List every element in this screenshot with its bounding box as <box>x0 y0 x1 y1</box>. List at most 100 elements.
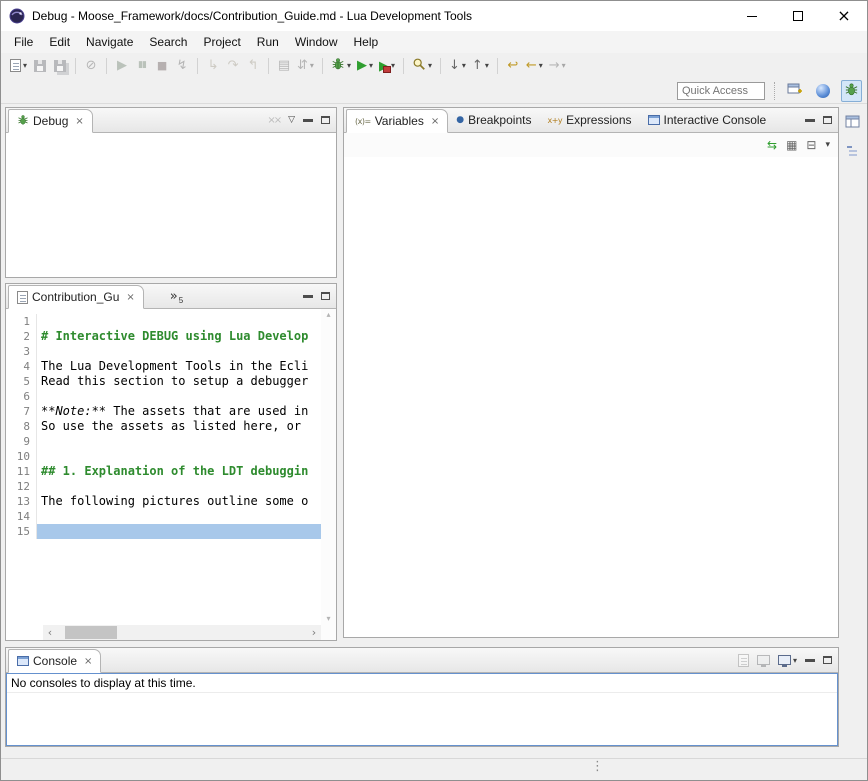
code-line[interactable]: 11## 1. Explanation of the LDT debuggin <box>6 464 321 479</box>
tab-variables[interactable]: (x)= Variables × <box>346 109 448 133</box>
scrollbar-thumb[interactable] <box>65 626 117 639</box>
line-number[interactable]: 1 <box>6 314 37 329</box>
tab-debug[interactable]: Debug × <box>8 109 93 133</box>
terminate-button[interactable]: ■ <box>153 55 171 77</box>
code-text[interactable]: So use the assets as listed here, or <box>37 419 321 434</box>
skip-breakpoints-button[interactable]: ⊘ <box>82 55 100 77</box>
perspective-debug-button[interactable] <box>841 80 862 102</box>
code-area[interactable]: 1 2# Interactive DEBUG using Lua Develop… <box>6 309 321 625</box>
menu-navigate[interactable]: Navigate <box>78 33 141 51</box>
restore-views-button[interactable] <box>843 112 863 132</box>
resume-button[interactable]: ▶ <box>113 55 131 77</box>
forward-button[interactable]: →▾ <box>547 55 568 77</box>
line-number[interactable]: 13 <box>6 494 37 509</box>
minimize-view-button[interactable] <box>303 295 313 298</box>
minimize-view-button[interactable] <box>303 119 313 122</box>
menu-edit[interactable]: Edit <box>41 33 78 51</box>
maximize-view-button[interactable] <box>321 292 330 300</box>
code-line[interactable]: 13The following pictures outline some o <box>6 494 321 509</box>
clear-console-button[interactable] <box>738 654 749 667</box>
code-line[interactable]: 14 <box>6 509 321 524</box>
resize-grip[interactable]: ⋮ <box>591 760 604 773</box>
line-number[interactable]: 3 <box>6 344 37 359</box>
code-line[interactable]: 7**Note:** The assets that are used in <box>6 404 321 419</box>
code-text[interactable] <box>37 314 321 329</box>
step-filters-button[interactable]: ⇵▾ <box>295 55 316 77</box>
code-line[interactable]: 4The Lua Development Tools in the Ecli <box>6 359 321 374</box>
line-number[interactable]: 8 <box>6 419 37 434</box>
code-text[interactable] <box>37 509 321 524</box>
scroll-up-arrow[interactable]: ▴ <box>326 311 330 319</box>
remove-terminated-button[interactable]: ×× <box>267 115 280 126</box>
maximize-view-button[interactable] <box>823 116 832 124</box>
scrollbar-track[interactable] <box>57 625 307 640</box>
code-line[interactable]: 6 <box>6 389 321 404</box>
show-logical-structure-button[interactable]: ⇆ <box>767 138 777 152</box>
scroll-left-arrow[interactable]: ‹ <box>43 627 57 638</box>
line-number[interactable]: 11 <box>6 464 37 479</box>
open-console-button[interactable]: ▾ <box>778 655 797 665</box>
code-line[interactable]: 12 <box>6 479 321 494</box>
code-text[interactable]: ## 1. Explanation of the LDT debuggin <box>37 464 321 479</box>
line-number[interactable]: 10 <box>6 449 37 464</box>
line-number[interactable]: 4 <box>6 359 37 374</box>
menu-project[interactable]: Project <box>195 33 248 51</box>
line-number[interactable]: 6 <box>6 389 37 404</box>
open-perspective-button[interactable] <box>785 80 805 102</box>
line-number[interactable]: 5 <box>6 374 37 389</box>
line-number[interactable]: 7 <box>6 404 37 419</box>
code-line[interactable]: 10 <box>6 449 321 464</box>
code-text[interactable]: The following pictures outline some o <box>37 494 321 509</box>
line-number[interactable]: 15 <box>6 524 37 539</box>
code-text[interactable]: The Lua Development Tools in the Ecli <box>37 359 321 374</box>
tab-interactive-console[interactable]: Interactive Console <box>640 108 775 132</box>
close-tab-icon[interactable]: × <box>84 656 92 667</box>
line-number[interactable]: 2 <box>6 329 37 344</box>
maximize-window-button[interactable] <box>775 1 821 31</box>
external-tools-button[interactable]: ▶▾ <box>377 55 397 77</box>
menu-search[interactable]: Search <box>141 33 195 51</box>
minimize-view-button[interactable] <box>805 659 815 662</box>
menu-help[interactable]: Help <box>346 33 387 51</box>
close-tab-icon[interactable]: × <box>126 292 134 303</box>
menu-file[interactable]: File <box>6 33 41 51</box>
save-all-button[interactable] <box>51 55 69 77</box>
line-number[interactable]: 9 <box>6 434 37 449</box>
vertical-scrollbar[interactable]: ▴ ▾ <box>321 309 336 625</box>
code-line[interactable]: 8So use the assets as listed here, or <box>6 419 321 434</box>
close-window-button[interactable]: × <box>821 1 867 31</box>
code-text[interactable]: # Interactive DEBUG using Lua Develop <box>37 329 321 344</box>
line-number[interactable]: 12 <box>6 479 37 494</box>
tab-expressions[interactable]: x+y Expressions <box>539 108 639 132</box>
save-button[interactable] <box>31 55 49 77</box>
app-icon[interactable] <box>9 8 25 24</box>
suspend-button[interactable]: ▮▮ <box>133 55 151 77</box>
step-return-button[interactable]: ↰ <box>244 55 262 77</box>
previous-annotation-button[interactable]: ↑▾ <box>470 55 491 77</box>
minimize-window-button[interactable] <box>729 1 775 31</box>
code-text[interactable] <box>37 479 321 494</box>
back-button[interactable]: ←▾ <box>524 55 545 77</box>
next-annotation-button[interactable]: ↓▾ <box>447 55 468 77</box>
menu-run[interactable]: Run <box>249 33 287 51</box>
collapse-all-button[interactable]: ⊟ <box>806 138 816 152</box>
show-columns-button[interactable]: ▦ <box>786 138 797 152</box>
new-button[interactable]: ▾ <box>8 55 29 77</box>
code-text[interactable] <box>37 434 321 449</box>
code-text[interactable] <box>37 449 321 464</box>
search-button[interactable]: ▾ <box>410 55 434 77</box>
debug-button[interactable]: ▾ <box>329 55 353 77</box>
code-text[interactable] <box>37 344 321 359</box>
code-line[interactable]: 2# Interactive DEBUG using Lua Develop <box>6 329 321 344</box>
code-line[interactable]: 3 <box>6 344 321 359</box>
close-tab-icon[interactable]: × <box>431 116 439 127</box>
tab-console[interactable]: Console × <box>8 649 101 673</box>
scroll-right-arrow[interactable]: › <box>307 627 321 638</box>
tab-overflow-button[interactable]: »5 <box>170 290 183 303</box>
horizontal-scrollbar[interactable]: ‹ › <box>43 625 321 640</box>
view-menu-button[interactable]: ▾ <box>825 140 830 150</box>
menu-window[interactable]: Window <box>287 33 346 51</box>
quick-access-input[interactable] <box>677 82 765 100</box>
maximize-view-button[interactable] <box>823 656 832 664</box>
close-tab-icon[interactable]: × <box>75 116 83 127</box>
